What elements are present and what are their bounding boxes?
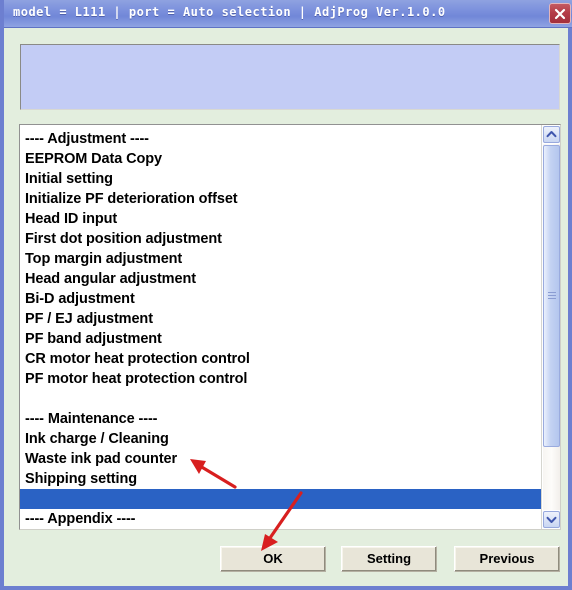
previous-button[interactable]: Previous xyxy=(454,546,560,572)
info-panel xyxy=(20,44,560,110)
list-item[interactable]: EEPROM Data Copy xyxy=(20,149,541,169)
list-item[interactable]: Initialize PF deterioration offset xyxy=(20,189,541,209)
scrollbar-thumb[interactable] xyxy=(543,145,560,447)
title-bar: model = L111 | port = Auto selection | A… xyxy=(4,0,572,28)
application-window: model = L111 | port = Auto selection | A… xyxy=(0,0,572,590)
list-item[interactable]: PF band adjustment xyxy=(20,329,541,349)
list-item[interactable]: Head angular adjustment xyxy=(20,269,541,289)
list-spacer xyxy=(20,489,541,509)
list-item[interactable]: Ink charge / Cleaning xyxy=(20,429,541,449)
list-item[interactable]: CR motor heat protection control xyxy=(20,349,541,369)
scroll-up-button[interactable] xyxy=(543,126,560,143)
list-item[interactable]: Shipping setting xyxy=(20,469,541,489)
operation-list[interactable]: ---- Adjustment ---- EEPROM Data Copy Init… xyxy=(19,124,561,530)
scroll-down-button[interactable] xyxy=(543,511,560,528)
list-scrollbar[interactable] xyxy=(541,125,560,529)
list-item[interactable]: Head ID input xyxy=(20,209,541,229)
chevron-up-icon xyxy=(546,131,557,138)
scrollbar-grip xyxy=(548,292,556,300)
list-item[interactable]: Initial setting xyxy=(20,169,541,189)
list-item[interactable]: First dot position adjustment xyxy=(20,229,541,249)
setting-button[interactable]: Setting xyxy=(341,546,437,572)
list-item[interactable]: PF / EJ adjustment xyxy=(20,309,541,329)
list-items-container: ---- Adjustment ---- EEPROM Data Copy Init… xyxy=(20,129,541,529)
window-title: model = L111 | port = Auto selection | A… xyxy=(13,5,446,19)
chevron-down-icon xyxy=(546,516,557,523)
close-button[interactable] xyxy=(549,3,571,24)
list-item[interactable]: PF motor heat protection control xyxy=(20,369,541,389)
close-icon xyxy=(554,8,566,20)
list-section-header[interactable]: ---- Maintenance ---- xyxy=(20,409,541,429)
list-item[interactable]: Bi-D adjustment xyxy=(20,289,541,309)
list-item[interactable]: Waste ink pad counter xyxy=(20,449,541,469)
list-section-header[interactable]: ---- Appendix ---- xyxy=(20,509,541,529)
ok-button[interactable]: OK xyxy=(220,546,326,572)
list-section-header[interactable]: ---- Adjustment ---- xyxy=(20,129,541,149)
list-item[interactable]: Top margin adjustment xyxy=(20,249,541,269)
